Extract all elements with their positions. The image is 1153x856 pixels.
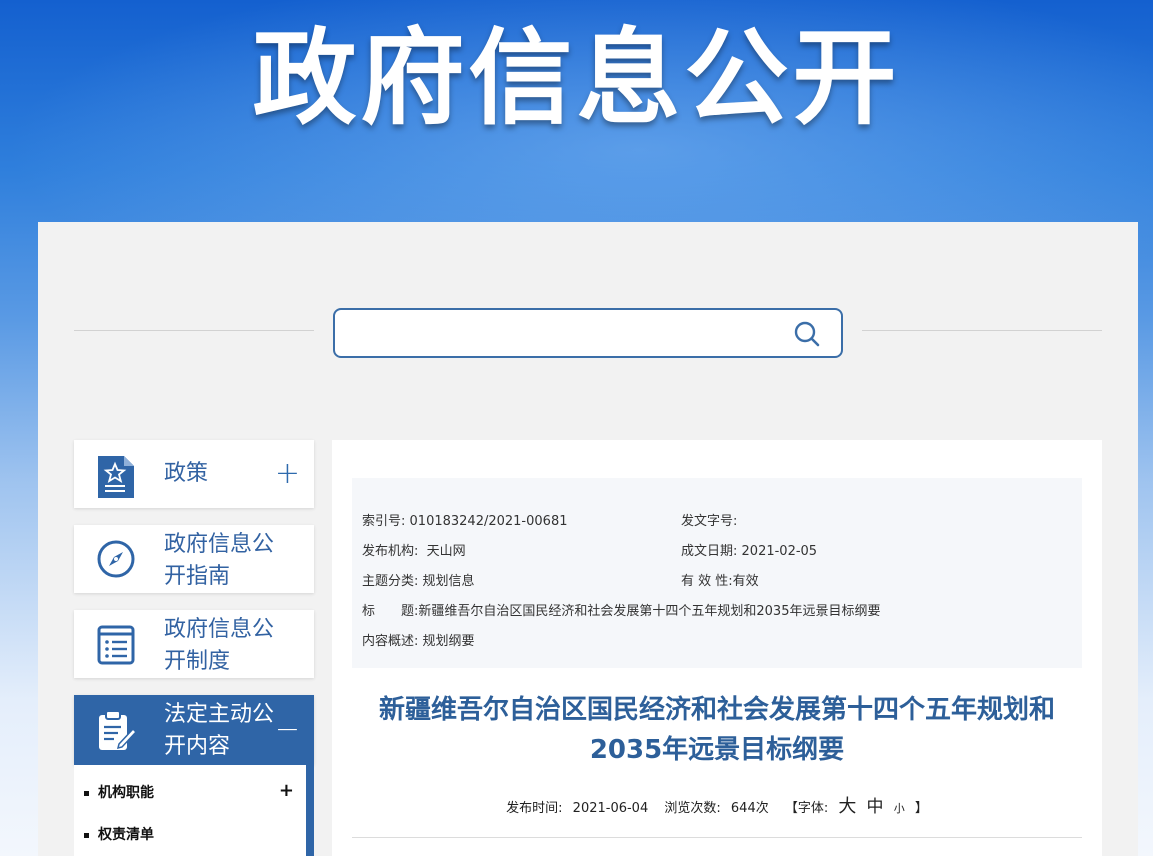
meta-title: 标 题:新疆维吾尔自治区国民经济和社会发展第十四个五年规划和2035年远景目标纲… — [362, 604, 881, 619]
subnav-item-responsibility-list[interactable]: 权责清单 — [84, 824, 154, 844]
sidebar-item-system[interactable]: 政府信息公开制度 — [74, 610, 314, 678]
expand-plus-icon[interactable]: + — [279, 780, 294, 801]
sidebar-item-label: 政府信息公开指南 — [164, 532, 275, 589]
article-content: 索引号: 010183242/2021-00681 发文字号: 发布机构: 天山… — [332, 440, 1102, 856]
publish-info: 发布时间: 2021-06-04 浏览次数: 644次 【字体: 大 中 小 】 — [332, 792, 1102, 818]
meta-index: 索引号: 010183242/2021-00681 — [362, 514, 568, 529]
compass-icon — [97, 540, 135, 578]
meta-org: 发布机构: 天山网 — [362, 544, 466, 559]
sidebar-item-label: 政策 — [164, 461, 209, 486]
content-divider — [352, 837, 1082, 838]
sidebar-item-guide[interactable]: 政府信息公开指南 — [74, 525, 314, 593]
sidebar-subnav: 机构职能 + 权责清单 — [74, 765, 314, 856]
document-meta-table: 索引号: 010183242/2021-00681 发文字号: 发布机构: 天山… — [352, 478, 1082, 668]
meta-summary: 内容概述: 规划纲要 — [362, 634, 475, 649]
sidebar-item-statutory-content[interactable]: 法定主动公开内容 − — [74, 695, 314, 765]
clipboard-pen-icon — [99, 710, 138, 750]
search-input[interactable] — [349, 318, 773, 350]
search-divider-left — [74, 330, 314, 331]
font-size-small-button[interactable]: 小 — [894, 802, 905, 815]
sidebar-item-policy[interactable]: 政策 + — [74, 440, 314, 508]
expand-plus-icon[interactable]: + — [275, 459, 300, 489]
collapse-minus-icon[interactable]: − — [275, 715, 300, 745]
list-document-icon — [97, 625, 135, 665]
view-count: 浏览次数: 644次 — [664, 801, 769, 816]
article-title: 新疆维吾尔自治区国民经济和社会发展第十四个五年规划和 2035年远景目标纲要 — [378, 695, 1055, 765]
publish-time: 发布时间: 2021-06-04 — [506, 801, 649, 816]
search-box[interactable] — [333, 308, 843, 358]
sidebar-item-label: 法定主动公开内容 — [164, 702, 275, 759]
meta-topic: 主题分类: 规划信息 — [362, 574, 475, 589]
search-divider-right — [862, 330, 1102, 331]
bullet-icon — [84, 832, 89, 838]
font-size-controls: 【字体: 大 中 小 】 — [784, 796, 928, 817]
bullet-icon — [84, 790, 89, 796]
sidebar-item-label: 政府信息公开制度 — [164, 617, 275, 674]
meta-doc-number: 发文字号: — [681, 514, 738, 529]
meta-date: 成文日期: 2021-02-05 — [681, 544, 818, 559]
font-size-large-button[interactable]: 大 — [838, 796, 856, 817]
meta-validity: 有 效 性:有效 — [681, 574, 759, 589]
subnav-item-functions[interactable]: 机构职能 — [84, 782, 154, 802]
banner-title: 政府信息公开 — [252, 17, 901, 139]
search-icon[interactable] — [793, 320, 821, 348]
font-size-medium-button[interactable]: 中 — [867, 797, 884, 817]
subnav-scrollbar[interactable] — [306, 765, 314, 856]
policy-document-icon — [98, 456, 134, 498]
